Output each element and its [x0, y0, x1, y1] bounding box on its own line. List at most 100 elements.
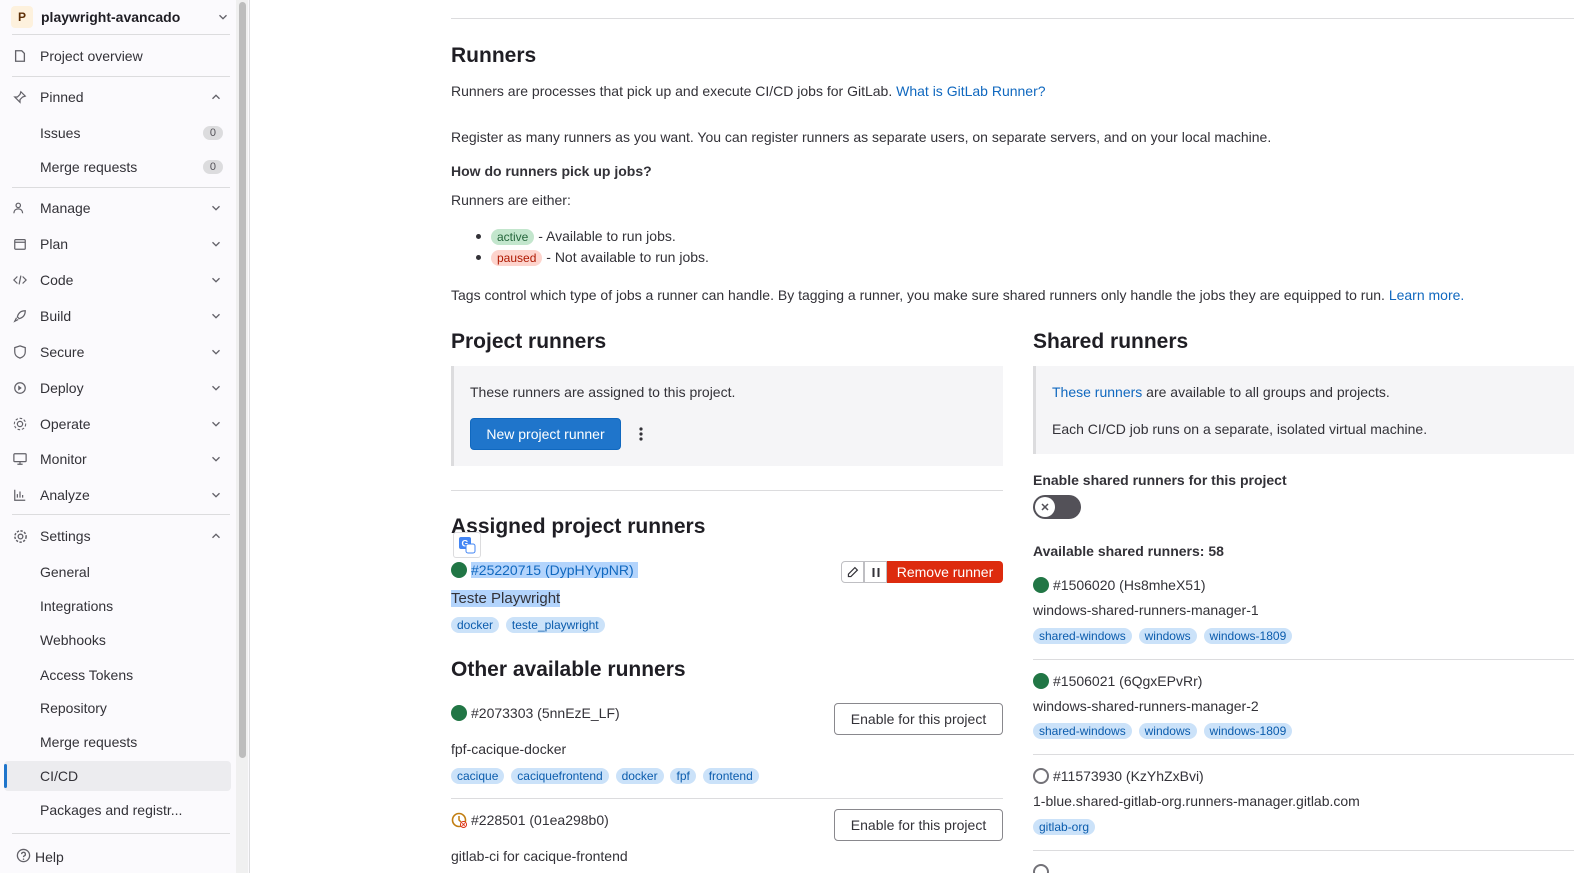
status-online-icon — [1033, 673, 1049, 689]
cloud-gear-icon — [12, 416, 28, 432]
monitor-icon — [12, 451, 28, 467]
chevron-down-icon — [212, 421, 220, 427]
ellipsis-v-icon — [639, 427, 643, 441]
sidebar-item-webhooks[interactable]: Webhooks — [4, 625, 231, 655]
bullet — [476, 255, 481, 260]
sidebar-scrollbar-thumb[interactable] — [239, 2, 246, 758]
other-runners-title: Other available runners — [451, 658, 686, 681]
count-badge: 0 — [202, 160, 223, 174]
sidebar-section-manage[interactable]: Manage — [4, 193, 231, 223]
chevron-down-icon — [212, 385, 220, 391]
sidebar-section-plan[interactable]: Plan — [4, 229, 231, 259]
remove-runner-button[interactable]: Remove runner — [887, 561, 1003, 583]
paused-text: - Not available to run jobs. — [546, 249, 709, 265]
sidebar-item-label: CI/CD — [40, 768, 79, 784]
sidebar-section-monitor[interactable]: Monitor — [4, 444, 231, 474]
shared-runner-row: #1506021 (6QgxEPvRr) — [1033, 673, 1202, 689]
pause-runner-button[interactable] — [864, 561, 887, 583]
enable-runner-button[interactable]: Enable for this project — [834, 809, 1003, 841]
deployments-icon — [12, 380, 28, 396]
what-is-runner-link[interactable]: What is GitLab Runner? — [896, 83, 1045, 99]
chevron-down-icon — [212, 349, 220, 355]
runner-id: #1506021 (6QgxEPvRr) — [1053, 673, 1203, 689]
new-project-runner-button[interactable]: New project runner — [470, 418, 621, 450]
sidebar-item-repository[interactable]: Repository — [4, 693, 231, 723]
sidebar-item-label: Monitor — [40, 451, 87, 467]
project-runners-info-box: These runners are assigned to this proje… — [451, 366, 1003, 466]
sidebar-section-build[interactable]: Build — [4, 301, 231, 331]
shared-box-text: are available to all groups and projects… — [1146, 384, 1390, 400]
runners-title: Runners — [451, 44, 537, 67]
runner-id: #228501 (01ea298b0) — [471, 812, 609, 828]
sidebar-section-analyze[interactable]: Analyze — [4, 480, 231, 510]
sidebar-item-label: Settings — [40, 528, 91, 544]
divider — [12, 514, 230, 515]
chevron-down-icon — [212, 492, 220, 498]
enable-runner-button[interactable]: Enable for this project — [834, 703, 1003, 735]
status-online-icon — [1033, 577, 1049, 593]
sidebar-section-operate[interactable]: Operate — [4, 409, 231, 439]
tag: windows-1809 — [1203, 628, 1293, 644]
sidebar-item-label: Project overview — [40, 48, 143, 64]
sidebar-section-settings[interactable]: Settings — [4, 521, 231, 551]
tag: cacique — [451, 768, 505, 784]
paused-explanation: paused - Not available to run jobs. — [491, 249, 709, 266]
sidebar-item-label: Integrations — [40, 598, 114, 614]
sidebar-item-packages-registries[interactable]: Packages and registr... — [4, 795, 231, 825]
sidebar-section-pinned[interactable]: Pinned — [4, 82, 231, 112]
sidebar-item-settings-merge-requests[interactable]: Merge requests — [4, 727, 231, 757]
runner-name: Teste Playwright — [451, 590, 561, 607]
rocket-icon — [12, 308, 28, 324]
chevron-up-icon — [212, 94, 220, 100]
pause-icon — [872, 567, 879, 577]
divider — [1033, 659, 1574, 660]
edit-runner-button[interactable] — [841, 561, 864, 583]
sidebar-item-label: Access Tokens — [40, 667, 134, 683]
runner-id-link[interactable]: #25220715 (DypHYypNR) — [471, 562, 634, 578]
sidebar-item-integrations[interactable]: Integrations — [4, 591, 231, 621]
chevron-down-icon — [212, 313, 220, 319]
sidebar-item-access-tokens[interactable]: Access Tokens — [4, 660, 231, 690]
sidebar-item-ci-cd[interactable]: CI/CD — [4, 761, 231, 791]
sidebar-item-issues[interactable]: Issues 0 — [4, 118, 231, 148]
runner-name: fpf-cacique-docker — [451, 741, 567, 757]
project-runners-box-text: These runners are assigned to this proje… — [470, 384, 736, 400]
sidebar-item-label: Packages and registr... — [40, 802, 183, 818]
tag: shared-windows — [1033, 628, 1132, 644]
tag: docker — [451, 617, 500, 633]
calendar-icon — [12, 236, 28, 252]
sidebar-section-deploy[interactable]: Deploy — [4, 373, 231, 403]
sidebar-item-label: Repository — [40, 700, 107, 716]
translate-icon[interactable]: G — [453, 532, 481, 558]
learn-more-link[interactable]: Learn more. — [1389, 287, 1464, 303]
sidebar-section-code[interactable]: Code — [4, 265, 231, 295]
status-offline-icon — [1033, 864, 1049, 873]
shared-runners-box-text: These runners are available to all group… — [1052, 384, 1390, 400]
active-text: - Available to run jobs. — [538, 228, 676, 244]
divider — [1033, 850, 1574, 851]
shared-runners-title: Shared runners — [1033, 330, 1189, 353]
sidebar-item-label: Merge requests — [40, 159, 138, 175]
active-badge: active — [491, 229, 535, 245]
shield-icon — [12, 344, 28, 360]
tag: windows — [1138, 723, 1197, 739]
sidebar-section-secure[interactable]: Secure — [4, 337, 231, 367]
sidebar-item-label: Operate — [40, 416, 91, 432]
tag: shared-windows — [1033, 723, 1132, 739]
more-actions-button[interactable] — [631, 424, 651, 444]
sidebar-item-project-overview[interactable]: Project overview — [4, 41, 231, 71]
tags-text: Tags control which type of jobs a runner… — [451, 287, 1385, 303]
shared-runner-row-partial — [1033, 864, 1053, 873]
tag: windows — [1138, 628, 1197, 644]
sidebar-item-general[interactable]: General — [4, 557, 231, 587]
these-runners-link[interactable]: These runners — [1052, 384, 1142, 400]
sidebar-item-merge-requests[interactable]: Merge requests 0 — [4, 152, 231, 182]
help-button[interactable]: Help — [16, 848, 64, 866]
project-icon — [12, 48, 28, 64]
chevron-down-icon — [212, 205, 220, 211]
enable-shared-toggle[interactable] — [1033, 495, 1081, 519]
sidebar-item-label: Manage — [40, 200, 91, 216]
runner-id: #1506020 (Hs8mheX51) — [1053, 577, 1206, 593]
project-switcher[interactable]: P playwright-avancado — [8, 4, 230, 30]
shared-runners-info-box: These runners are available to all group… — [1033, 366, 1574, 454]
